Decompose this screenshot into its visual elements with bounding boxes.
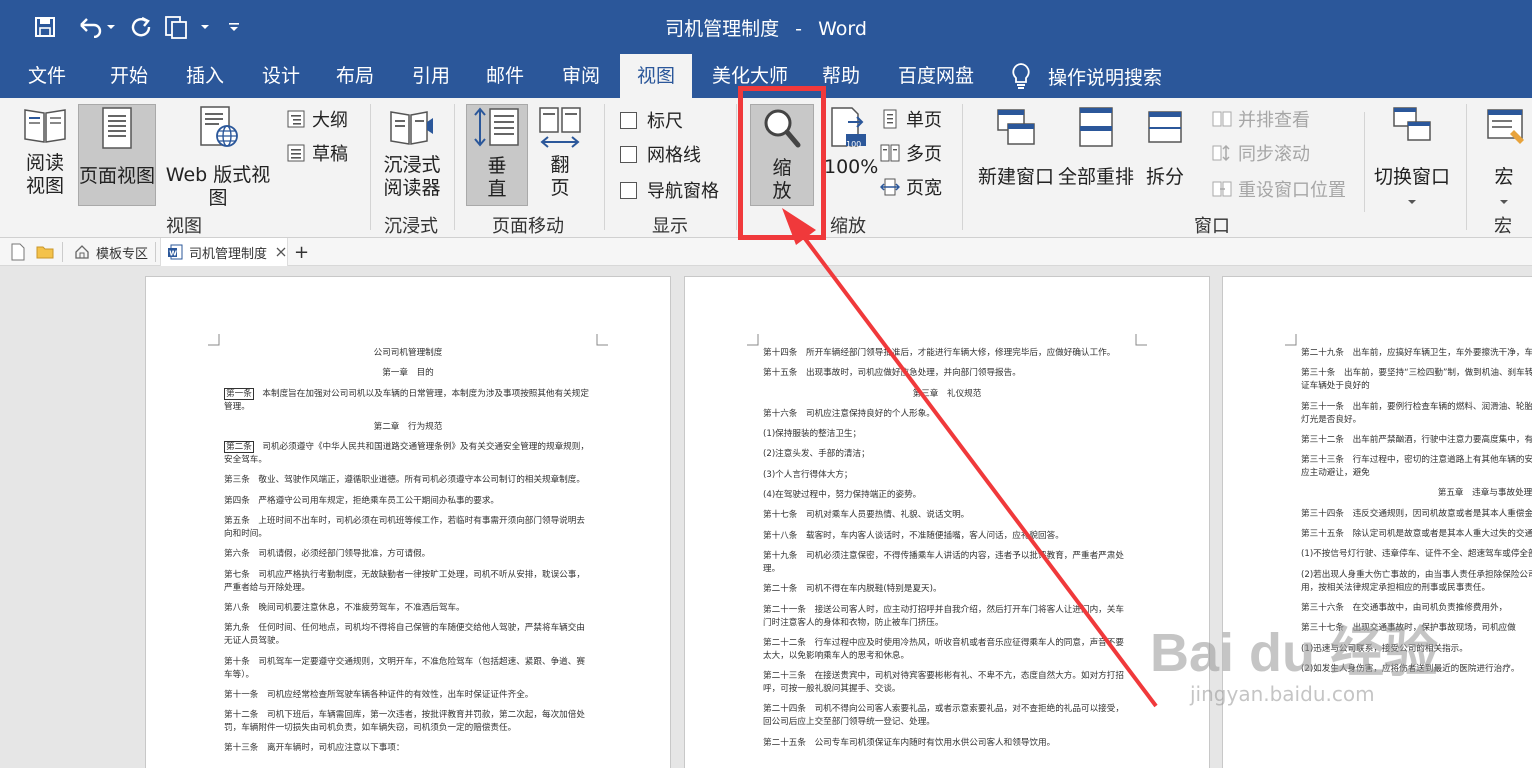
- watermark-url: jingyan.baidu.com: [1190, 682, 1375, 706]
- baidu-watermark: Bai du 经验 jingyan.baidu.com: [1150, 624, 1438, 706]
- watermark-brand: Bai du 经验: [1150, 623, 1439, 683]
